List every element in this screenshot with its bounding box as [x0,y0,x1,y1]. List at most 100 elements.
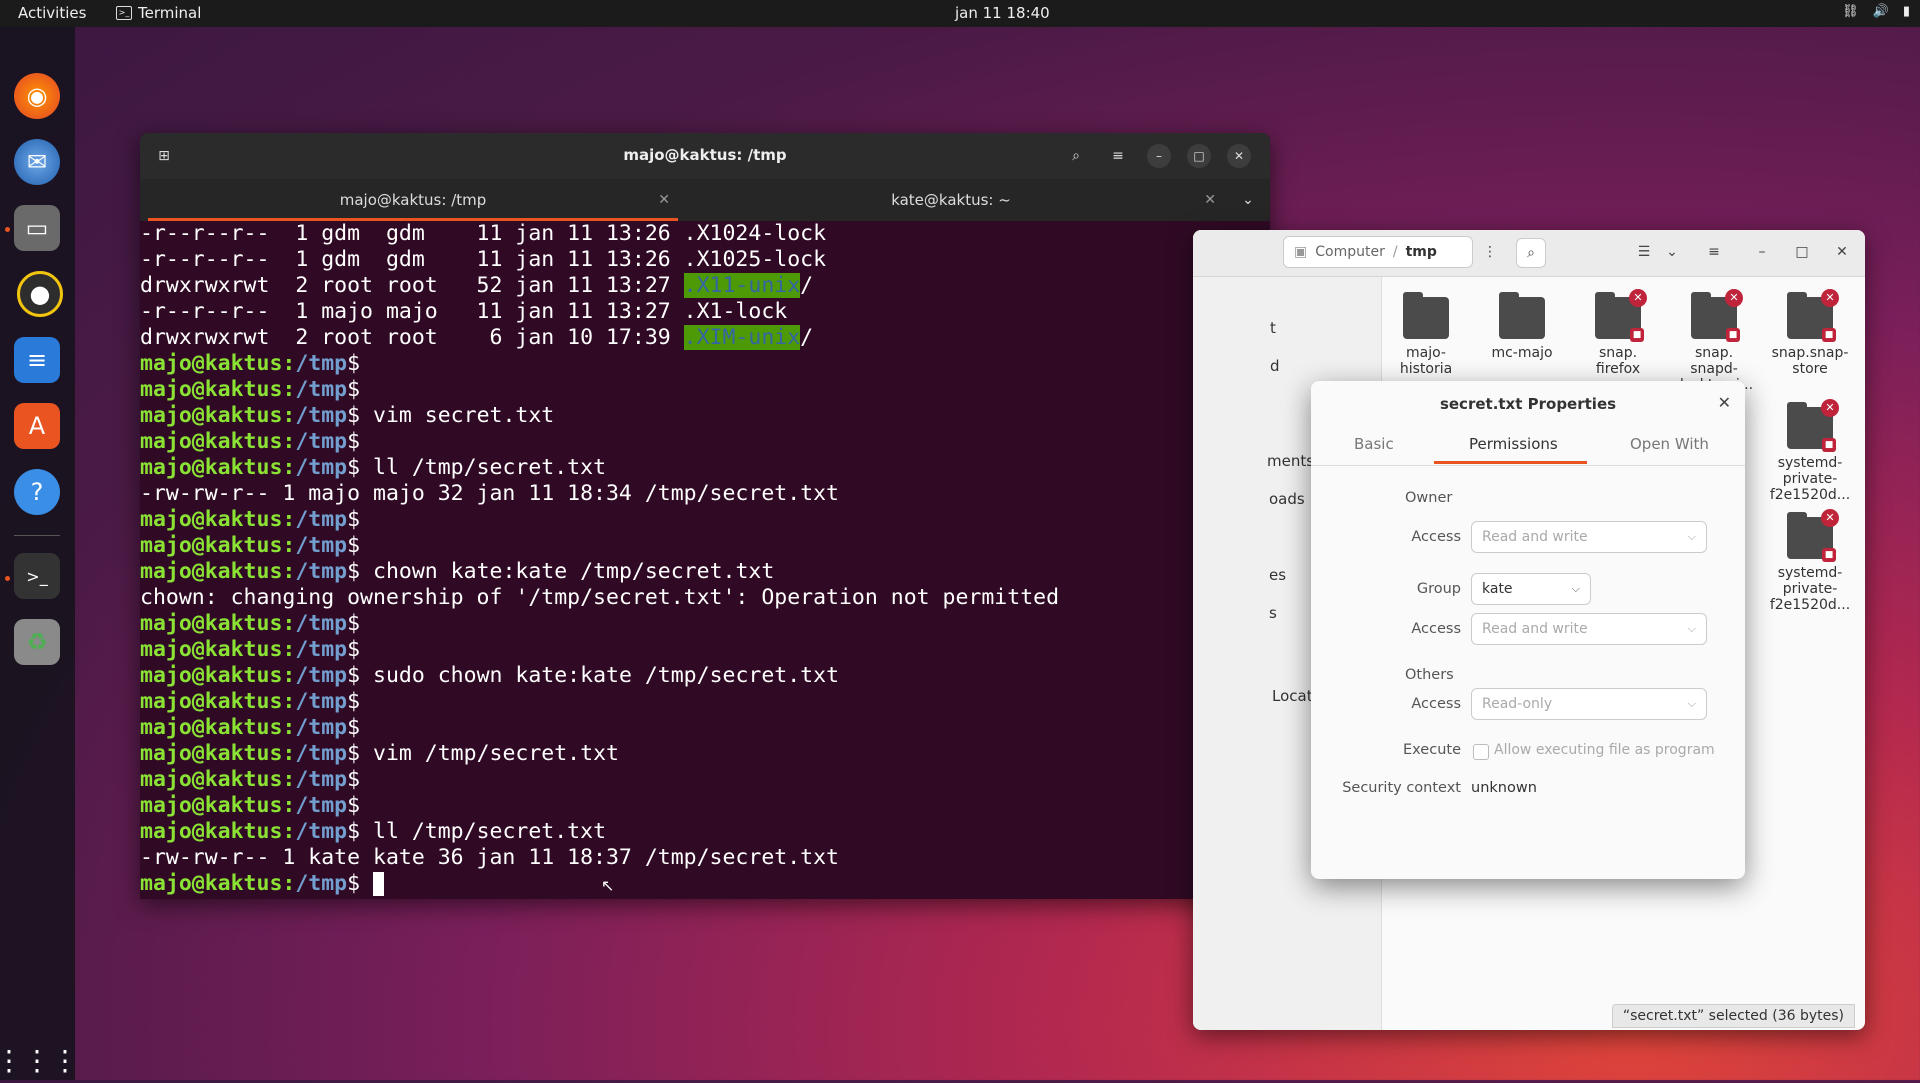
trash-icon[interactable]: ♻ [14,619,60,665]
help-icon[interactable]: ? [14,469,60,515]
tab-basic[interactable]: Basic [1354,435,1394,453]
folder-item[interactable]: ✕ ■ snap.snap- store [1765,289,1855,377]
tab-open-with[interactable]: Open With [1630,435,1709,453]
prompt-user: majo@kaktus [140,377,283,402]
minimize-icon[interactable]: – [1147,144,1171,168]
terminal-line: -r--r--r-- 1 majo majo 11 jan 11 13:27 .… [140,299,788,324]
terminal-line: majo@kaktus:/tmp$ [140,689,1260,715]
sidebar-item[interactable]: oads [1269,490,1305,508]
path-current[interactable]: tmp [1406,244,1437,260]
chevron-down-icon[interactable]: ⌄ [1234,187,1262,213]
prompt-path: /tmp [295,611,348,636]
folder-icon: ✕ ■ [1787,289,1839,342]
terminal-output[interactable]: -r--r--r-- 1 gdm gdm 11 jan 11 13:26 .X1… [140,221,1260,899]
tab-close-icon[interactable]: ✕ [1204,179,1216,221]
sidebar-item-other-locations[interactable]: Locat [1272,687,1313,705]
terminal-line: majo@kaktus:/tmp$ [140,377,1260,403]
prompt-sign: $ [347,689,361,714]
dialog-title: secret.txt Properties [1439,395,1617,413]
no-access-icon: ✕ [1821,289,1839,307]
chevron-down-icon[interactable]: ⌄ [1658,238,1686,266]
command-text: vim secret.txt [360,403,555,428]
firefox-icon[interactable]: ◉ [14,73,60,119]
list-view-icon[interactable]: ☰ [1630,238,1658,266]
execute-checkbox[interactable] [1473,744,1489,760]
sidebar-item[interactable]: d [1270,357,1280,375]
prompt-sign: $ [347,351,361,376]
command-text: sudo chown kate:kate /tmp/secret.txt [360,663,840,688]
folder-item[interactable]: ✕■ snap. snapd- desktop-i... [1669,289,1759,393]
prompt-sign: $ [347,637,361,662]
volume-icon[interactable]: 🔊 [1873,4,1889,19]
path-root[interactable]: Computer [1315,244,1385,260]
folder-item[interactable]: ✕ ■ systemd- private- f2e1520d... [1765,399,1855,503]
maximize-icon[interactable]: □ [1187,144,1211,168]
prompt-sep: : [282,455,296,480]
terminal-line: majo@kaktus:/tmp$ vim secret.txt [140,403,1260,429]
activities-button[interactable]: Activities [18,4,86,22]
prompt-sep: : [282,741,296,766]
files-icon[interactable]: ▭ [14,205,60,251]
sidebar-item[interactable]: ments [1267,452,1314,470]
sidebar-item[interactable]: s [1269,604,1277,622]
app-menu[interactable]: >_ Terminal [116,4,201,22]
terminal-title: majo@kaktus: /tmp [623,146,787,164]
chevron-down-icon: ⌵ [1571,582,1580,595]
terminal-line: drwxrwxrwt 2 root root 6 jan 10 17:39 .X… [140,325,1260,351]
folder-item[interactable]: mc-majo [1477,292,1567,361]
writer-icon[interactable]: ≡ [14,337,60,383]
terminal-line: majo@kaktus:/tmp$ [140,429,1260,455]
battery-icon[interactable]: ▮ [1903,4,1910,19]
terminal-dock-icon[interactable]: >_ [14,553,60,599]
prompt-user: majo@kaktus [140,819,283,844]
group-select[interactable]: kate ⌵ [1471,573,1591,605]
close-icon[interactable]: ✕ [1718,393,1731,412]
line-text: / [800,325,814,350]
prompt-sep: : [282,611,296,636]
prompt-sep: : [282,507,296,532]
terminal-line: majo@kaktus:/tmp$ [140,715,1260,741]
software-icon[interactable]: A [14,403,60,449]
network-icon[interactable]: ⛓ [1842,4,1859,19]
clock[interactable]: jan 11 18:40 [955,4,1050,22]
sidebar-item[interactable]: es [1269,566,1286,584]
tab-close-icon[interactable]: ✕ [658,179,670,221]
command-text [360,871,373,896]
tab-permissions[interactable]: Permissions [1469,435,1558,453]
prompt-path: /tmp [295,533,348,558]
prompt-user: majo@kaktus [140,637,283,662]
close-icon[interactable]: ✕ [1828,238,1856,266]
folder-item[interactable]: ✕ ■ systemd- private- f2e1520d... [1765,509,1855,613]
prompt-user: majo@kaktus [140,533,283,558]
terminal-line: majo@kaktus:/tmp$ [140,351,1260,377]
search-icon[interactable]: ⌕ [1062,143,1090,169]
tab-majo[interactable]: majo@kaktus: /tmp ✕ [148,179,678,221]
system-tray[interactable]: ⛓ 🔊 ▮ [1842,4,1910,19]
folder-label: snap. firefox [1595,345,1641,377]
sidebar-item[interactable]: t [1270,319,1276,337]
prompt-path: /tmp [295,559,348,584]
folder-item[interactable]: majo- historia [1381,292,1471,377]
close-icon[interactable]: ✕ [1227,144,1251,168]
line-text: / [800,273,814,298]
terminal-line: majo@kaktus:/tmp$ [140,611,1260,637]
thunderbird-icon[interactable]: ✉ [14,139,60,185]
tab-kate[interactable]: kate@kaktus: ~ ✕ [686,179,1216,221]
menu-icon[interactable]: ≡ [1700,238,1728,266]
rhythmbox-icon[interactable]: ● [17,271,63,317]
chevron-down-icon: ⌵ [1687,622,1696,635]
path-bar[interactable]: ▣ Computer / tmp [1283,236,1473,268]
show-apps-icon[interactable]: ⋮⋮⋮ [0,1037,79,1083]
terminal-line: -rw-rw-r-- 1 majo majo 32 jan 11 18:34 /… [140,481,839,506]
search-icon[interactable]: ⌕ [1516,238,1546,268]
minimize-icon[interactable]: – [1748,238,1776,266]
path-menu-icon[interactable]: ⋮ [1476,238,1504,266]
terminal-tabs: majo@kaktus: /tmp ✕ kate@kaktus: ~ ✕ ⌄ [140,179,1270,221]
maximize-icon[interactable]: □ [1788,238,1816,266]
folder-item[interactable]: ✕ ■ snap. firefox [1573,289,1663,377]
prompt-path: /tmp [295,403,348,428]
terminal-line: majo@kaktus:/tmp$ sudo chown kate:kate /… [140,663,1260,689]
files-header: ▣ Computer / tmp ⋮ ⌕ ☰ ⌄ ≡ – □ ✕ [1193,230,1865,277]
menu-icon[interactable]: ≡ [1104,143,1132,169]
prompt-user: majo@kaktus [140,429,283,454]
